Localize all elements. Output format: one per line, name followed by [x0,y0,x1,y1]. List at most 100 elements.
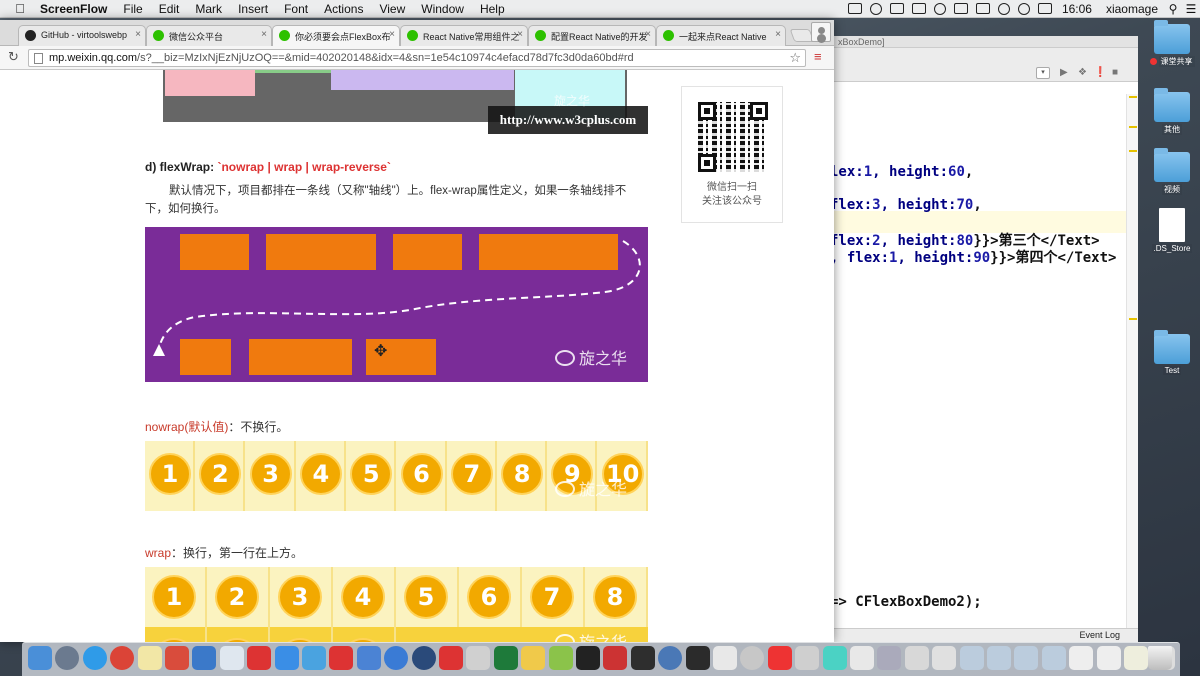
menu-window[interactable]: Window [413,2,472,16]
dock-app-icon[interactable] [932,646,957,670]
page-viewport[interactable]: 旋之华 http://www.w3cplus.com d) flexWrap: … [0,70,834,642]
menu-font[interactable]: Font [276,2,316,16]
dock-app-icon[interactable] [987,646,1011,670]
dock-app-icon[interactable] [110,646,135,670]
address-bar[interactable]: mp.weixin.qq.com/s?__biz=MzIxNjEzNjUzOQ=… [28,49,806,67]
menu-app[interactable]: ScreenFlow [40,2,115,16]
dock-app-icon[interactable] [82,646,107,670]
run-config-dropdown[interactable]: ▾ [1036,67,1050,79]
dock-app-icon[interactable] [630,646,655,670]
dock-app-icon[interactable] [247,646,272,670]
event-log-link[interactable]: Event Log [1079,630,1120,640]
dock-app-icon[interactable] [302,646,326,670]
dock-app-icon[interactable] [877,646,902,670]
dock-app-icon[interactable] [192,646,217,670]
dock-app-icon[interactable] [1096,646,1121,670]
ide-scrollbar[interactable] [1126,94,1138,628]
menubar-clock[interactable]: 16:06 [1056,2,1100,16]
desktop-file-ds-store[interactable]: .DS_Store [1142,208,1200,253]
tab-wechat-platform[interactable]: 微信公众平台 × [146,25,272,46]
dock-app-icon[interactable] [1069,646,1094,670]
sync-icon[interactable] [933,2,946,15]
dock-app-icon[interactable] [137,646,162,670]
tab-github[interactable]: GitHub - virtoolswebp × [18,25,146,46]
tab-react-native-components[interactable]: React Native常用组件之 × [400,25,528,46]
dock-app-icon[interactable] [466,646,491,670]
dock-app-icon[interactable] [548,646,573,670]
code-editor[interactable]: lex:1, height:60, flex:3, height:70, fle… [820,94,1138,628]
menu-view[interactable]: View [371,2,413,16]
menubar-user[interactable]: xiaomage [1100,2,1164,16]
close-tab-icon[interactable]: × [517,29,523,40]
dock-app-icon[interactable] [1124,646,1148,670]
volume-icon[interactable] [1017,2,1030,15]
trash-icon[interactable] [1148,646,1172,670]
dock-app-icon[interactable] [1014,646,1039,670]
dock-app-icon[interactable] [55,646,80,670]
bluetooth-icon[interactable] [975,3,990,14]
close-tab-icon[interactable]: × [135,29,141,40]
coverage-icon[interactable]: ❗ [1094,67,1106,78]
tab-react-native-together[interactable]: 一起来点React Native × [656,25,786,46]
close-tab-icon[interactable]: × [645,29,651,40]
bookmark-star-icon[interactable]: ☆ [789,50,801,66]
dock-app-icon[interactable] [576,646,600,670]
display-icon[interactable] [889,3,904,14]
dock-app-icon[interactable] [329,646,354,670]
profile-icon[interactable] [811,22,831,42]
dock-app-icon[interactable] [740,646,765,670]
menu-mark[interactable]: Mark [187,2,230,16]
close-tab-icon[interactable]: × [261,29,267,40]
url-text[interactable]: mp.weixin.qq.com/s?__biz=MzIxNjEzNjUzOQ=… [49,52,634,64]
close-tab-icon[interactable]: × [775,29,781,40]
dock-app-icon[interactable] [521,646,546,670]
dock-app-icon[interactable] [713,646,737,670]
dock-app-icon[interactable] [439,646,463,670]
activity-icon[interactable] [869,2,882,15]
run-icon[interactable]: ▶ [1060,67,1068,78]
desktop-folder-other[interactable]: 其他 [1142,88,1200,135]
tab-flexbox-article[interactable]: 你必须要会点FlexBox布 × [272,25,400,47]
menu-edit[interactable]: Edit [151,2,188,16]
dock-app-icon[interactable] [1041,646,1066,670]
dock-app-icon[interactable] [356,646,381,670]
battery-icon[interactable] [1037,3,1052,14]
dock-app-icon[interactable] [165,646,189,670]
menu-insert[interactable]: Insert [230,2,276,16]
dock-app-icon[interactable] [795,646,820,670]
screen-record-icon[interactable] [847,3,862,14]
desktop-folder-test[interactable]: Test [1142,330,1200,375]
dock-app-icon[interactable] [603,646,628,670]
wifi-icon[interactable] [997,2,1010,15]
lock-icon[interactable] [953,3,968,14]
notification-center-icon[interactable]: ☰ [1182,2,1200,16]
dock-app-icon[interactable] [850,646,874,670]
desktop-folder-share[interactable]: 课堂共享 [1142,20,1200,67]
dock-app-icon[interactable] [959,646,984,670]
menu-file[interactable]: File [115,2,150,16]
apple-menu-icon[interactable]:  [0,1,40,16]
chrome-menu-icon[interactable]: ≡ [814,50,822,63]
dock-app-icon[interactable] [904,646,929,670]
window-icon[interactable] [911,3,926,14]
dock-app-icon[interactable] [274,646,299,670]
dock-app-icon[interactable] [493,646,518,670]
dock-app-icon[interactable] [767,646,792,670]
dock-app-icon[interactable] [219,646,244,670]
dock-app-icon[interactable] [822,646,847,670]
spotlight-icon[interactable]: ⚲ [1164,2,1182,16]
dock-app-icon[interactable] [384,646,409,670]
close-tab-icon[interactable]: × [389,29,395,40]
stop-icon[interactable]: ■ [1112,67,1118,78]
dock-app-icon[interactable] [658,646,683,670]
debug-icon[interactable]: ❖ [1078,67,1087,78]
qr-code-icon[interactable] [698,102,768,172]
reload-icon[interactable]: ↻ [8,49,19,65]
dock-app-icon[interactable] [685,646,710,670]
dock-app-icon[interactable] [411,646,436,670]
desktop-folder-video[interactable]: 视频 [1142,148,1200,195]
menu-help[interactable]: Help [472,2,513,16]
tab-react-native-setup[interactable]: 配置React Native的开发 × [528,25,656,46]
dock-app-icon[interactable] [28,646,52,670]
menu-actions[interactable]: Actions [316,2,371,16]
